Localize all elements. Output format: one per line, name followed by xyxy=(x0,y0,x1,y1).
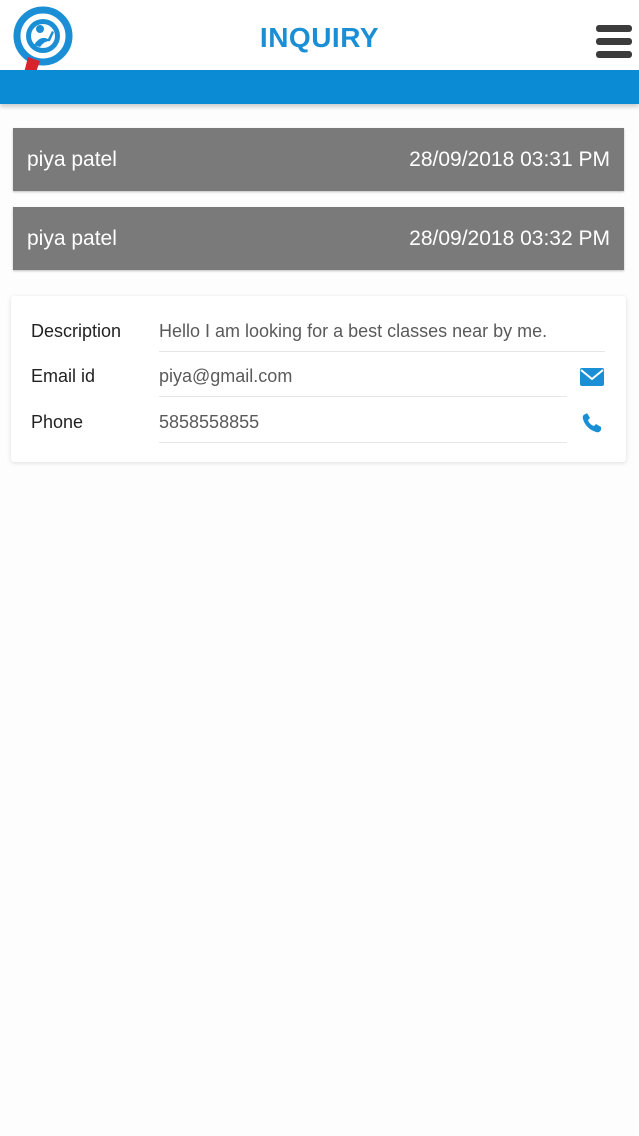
description-label: Description xyxy=(31,321,122,341)
inquiry-datetime: 28/09/2018 03:31 PM xyxy=(409,147,610,171)
envelope-icon[interactable] xyxy=(579,365,605,389)
header-accent-bar xyxy=(0,70,639,104)
inquiry-datetime: 28/09/2018 03:32 PM xyxy=(409,226,610,250)
menu-line xyxy=(596,25,632,32)
app-header: INQUIRY xyxy=(0,0,639,89)
inquiry-name: piya patel xyxy=(27,226,117,250)
phone-icon[interactable] xyxy=(579,411,605,435)
hamburger-menu-icon[interactable] xyxy=(596,25,632,59)
email-label: Email id xyxy=(31,366,96,386)
inquiry-detail-card: Description Hello I am looking for a bes… xyxy=(11,296,626,462)
phone-value: 5858558855 xyxy=(159,412,567,443)
phone-label: Phone xyxy=(31,412,84,432)
menu-line xyxy=(596,38,632,45)
email-value: piya@gmail.com xyxy=(159,366,567,397)
page-title: INQUIRY xyxy=(259,22,380,53)
inquiry-row[interactable]: piya patel 28/09/2018 03:32 PM xyxy=(13,207,624,270)
description-value: Hello I am looking for a best classes ne… xyxy=(159,321,605,352)
inquiry-row[interactable]: piya patel 28/09/2018 03:31 PM xyxy=(13,128,624,191)
inquiry-name: piya patel xyxy=(27,147,117,171)
menu-line xyxy=(596,51,632,58)
